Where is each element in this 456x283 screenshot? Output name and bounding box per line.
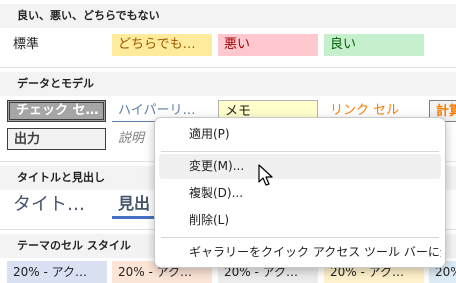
menu-item-apply[interactable]: 適用(P) [159,122,441,147]
style-output[interactable]: 出力 [7,128,106,150]
section-header-data-model: データとモデル [0,72,456,96]
menu-item-add-to-quick-access-toolbar[interactable]: ギャラリーをクイック アクセス ツール バーに追加(A) [159,240,441,265]
context-menu: 適用(P) 変更(M)... 複製(D)... 削除(L) ギャラリーをクイック… [154,117,446,268]
style-explanatory[interactable]: 説明 [112,128,152,150]
mouse-cursor-icon [258,164,273,186]
style-bad[interactable]: 悪い [218,34,318,56]
menu-separator [161,237,439,238]
style-neutral[interactable]: どちらでも… [112,34,212,56]
menu-separator [161,151,439,152]
style-normal[interactable]: 標準 [7,34,105,56]
style-check-cell[interactable]: チェック セ… [7,100,106,122]
divider [0,67,456,68]
style-title[interactable]: タイト… [7,191,107,219]
section-header-good-bad-neutral: 良い、悪い、どちらでもない [0,4,456,28]
style-good[interactable]: 良い [324,34,424,56]
style-heading-1[interactable]: 見出 [112,191,154,219]
style-accent1-20[interactable]: 20% - アク… [7,261,107,283]
menu-item-delete[interactable]: 削除(L) [159,208,441,233]
menu-item-duplicate[interactable]: 複製(D)... [159,181,441,206]
menu-item-modify[interactable]: 変更(M)... [159,154,441,179]
